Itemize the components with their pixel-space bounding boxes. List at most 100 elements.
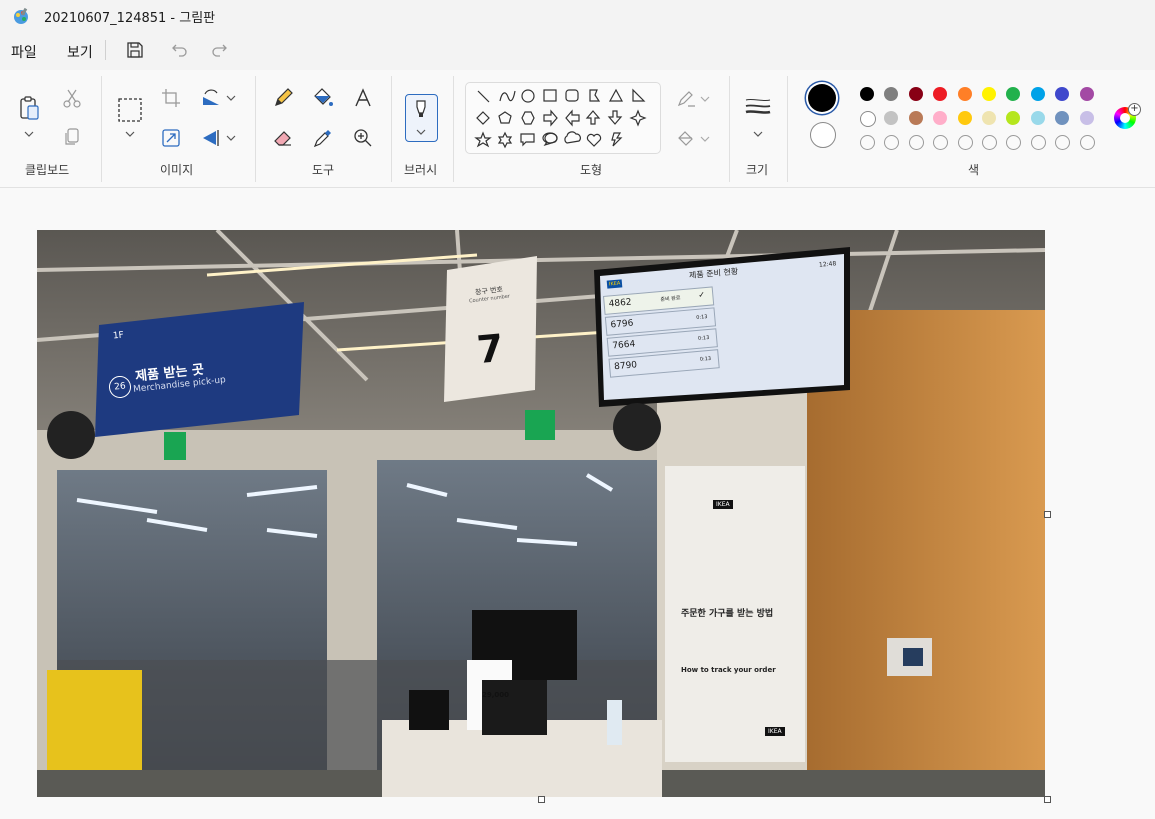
- color-swatch[interactable]: [884, 87, 899, 101]
- group-label-colors: 색: [968, 163, 980, 177]
- four-point-star-shape-icon[interactable]: [629, 109, 647, 127]
- curve-shape-icon[interactable]: [499, 90, 516, 102]
- heart-shape-icon[interactable]: [586, 133, 602, 147]
- flip-button[interactable]: [200, 127, 230, 157]
- color-swatch[interactable]: [860, 87, 874, 101]
- color-swatch[interactable]: [908, 87, 923, 101]
- custom-color-slot[interactable]: [957, 135, 973, 150]
- paint-bucket-icon: [314, 88, 333, 106]
- cut-button[interactable]: [60, 86, 90, 116]
- menu-file[interactable]: 파일: [11, 42, 37, 62]
- color-swatch[interactable]: [1006, 87, 1021, 101]
- chevron-down-icon[interactable]: [226, 134, 236, 142]
- color-swatch[interactable]: [1055, 87, 1070, 101]
- cloud-callout-shape-icon[interactable]: [564, 131, 581, 144]
- color-swatch[interactable]: [884, 111, 899, 125]
- monitor-time: 12:48: [818, 260, 837, 269]
- custom-color-slot[interactable]: [884, 135, 900, 150]
- poster-brand-bottom: IKEA: [765, 727, 785, 736]
- pencil-button[interactable]: [272, 87, 302, 117]
- oval-shape-icon[interactable]: [521, 89, 535, 103]
- custom-color-slot[interactable]: [1079, 135, 1095, 150]
- crop-button[interactable]: [160, 87, 190, 117]
- paste-button[interactable]: [15, 94, 45, 124]
- rectangular-callout-shape-icon[interactable]: [520, 133, 535, 147]
- color-swatch[interactable]: [957, 111, 972, 125]
- color-swatch[interactable]: [933, 111, 948, 125]
- rectangle-shape-icon[interactable]: [543, 89, 557, 102]
- rounded-rectangle-shape-icon[interactable]: [565, 89, 579, 102]
- custom-color-slot[interactable]: [982, 135, 997, 150]
- triangle-shape-icon[interactable]: [608, 88, 624, 102]
- size-button[interactable]: [744, 96, 774, 126]
- resize-handle-corner[interactable]: [1044, 796, 1051, 803]
- hexagon-shape-icon[interactable]: [521, 111, 535, 125]
- save-button[interactable]: [122, 38, 148, 62]
- copy-button[interactable]: [62, 126, 92, 156]
- six-point-star-shape-icon[interactable]: [497, 131, 513, 149]
- oval-callout-shape-icon[interactable]: [542, 132, 558, 147]
- resize-handle-bottom[interactable]: [538, 796, 545, 803]
- select-button[interactable]: [116, 96, 146, 126]
- chevron-down-icon[interactable]: [700, 95, 710, 103]
- pentagon-shape-icon[interactable]: [498, 111, 512, 124]
- secondary-color-swatch[interactable]: [810, 122, 836, 148]
- color-swatch[interactable]: [933, 87, 948, 101]
- down-arrow-shape-icon[interactable]: [607, 110, 623, 125]
- color-swatch[interactable]: [1030, 87, 1045, 101]
- color-swatch[interactable]: [982, 111, 996, 125]
- five-point-star-shape-icon[interactable]: [474, 131, 492, 148]
- right-triangle-shape-icon[interactable]: [632, 88, 646, 102]
- line-shape-icon[interactable]: [477, 90, 490, 103]
- primary-color-swatch[interactable]: [808, 84, 836, 112]
- chevron-down-icon[interactable]: [226, 94, 236, 102]
- color-swatch[interactable]: [1079, 111, 1094, 125]
- diamond-shape-icon[interactable]: [476, 111, 490, 125]
- chevron-down-icon[interactable]: [700, 135, 710, 143]
- group-label-shapes: 도형: [580, 163, 603, 177]
- resize-handle-right[interactable]: [1044, 511, 1051, 518]
- color-swatch[interactable]: [982, 87, 996, 101]
- custom-color-slot[interactable]: [1055, 135, 1071, 150]
- color-swatch[interactable]: [1006, 111, 1021, 125]
- resize-button[interactable]: [160, 127, 190, 157]
- shape-outline-button[interactable]: [676, 88, 706, 118]
- selection-rectangle-icon: [118, 98, 142, 122]
- edit-colors-button[interactable]: +: [1114, 103, 1141, 129]
- pencil-icon: [275, 88, 293, 106]
- lightning-shape-icon[interactable]: [611, 132, 623, 147]
- order-time: 0:13: [696, 313, 708, 321]
- color-swatch[interactable]: [1055, 111, 1070, 125]
- color-swatch[interactable]: [908, 111, 923, 125]
- image-canvas[interactable]: 1F 26 제품 받는 곳 Merchandise pick-up 창구 번호 …: [37, 230, 1045, 797]
- redo-button[interactable]: [206, 38, 232, 62]
- color-swatch[interactable]: [1079, 87, 1094, 101]
- eraser-button[interactable]: [272, 127, 302, 157]
- custom-color-slot[interactable]: [1006, 135, 1022, 150]
- right-arrow-shape-icon[interactable]: [543, 109, 558, 127]
- custom-color-slot[interactable]: [860, 135, 875, 150]
- left-arrow-shape-icon[interactable]: [565, 109, 580, 127]
- brush-button[interactable]: [405, 94, 438, 142]
- chevron-down-icon[interactable]: [24, 130, 34, 138]
- resize-icon: [162, 129, 180, 147]
- custom-color-slot[interactable]: [933, 135, 949, 150]
- magnifier-button[interactable]: [352, 127, 382, 157]
- text-button[interactable]: [352, 87, 382, 117]
- fill-button[interactable]: [312, 87, 342, 117]
- up-arrow-shape-icon[interactable]: [585, 110, 601, 125]
- canvas-area[interactable]: 1F 26 제품 받는 곳 Merchandise pick-up 창구 번호 …: [0, 188, 1155, 819]
- shape-fill-button[interactable]: [676, 128, 706, 158]
- polygon-shape-icon[interactable]: [589, 89, 601, 102]
- menu-view[interactable]: 보기: [67, 42, 93, 62]
- undo-button[interactable]: [167, 38, 193, 62]
- color-picker-button[interactable]: [312, 127, 342, 157]
- custom-color-slot[interactable]: [1030, 135, 1046, 150]
- color-swatch[interactable]: [860, 111, 876, 127]
- color-swatch[interactable]: [957, 87, 972, 101]
- rotate-button[interactable]: [200, 87, 230, 117]
- custom-color-slot[interactable]: [908, 135, 924, 150]
- color-swatch[interactable]: [1030, 111, 1045, 125]
- chevron-down-icon[interactable]: [753, 130, 763, 138]
- chevron-down-icon[interactable]: [125, 130, 135, 138]
